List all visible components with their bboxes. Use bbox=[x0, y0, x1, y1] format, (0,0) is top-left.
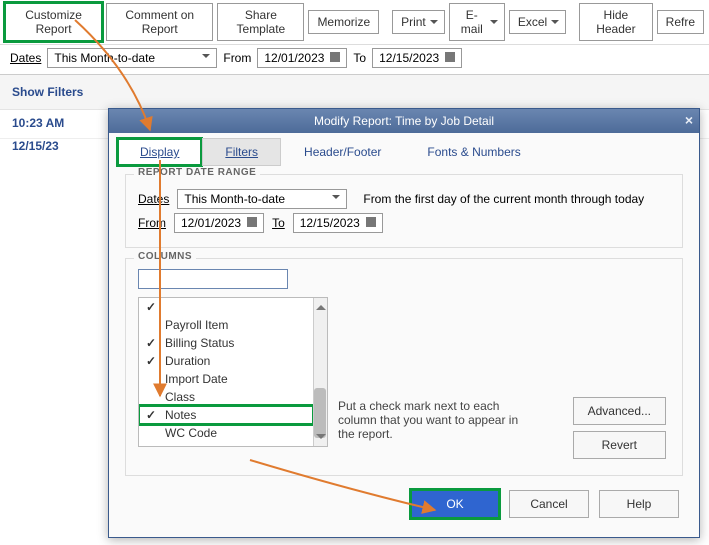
columns-section: COLUMNS ✓ Payroll Item ✓Billing Status ✓… bbox=[125, 258, 683, 476]
scrollbar[interactable] bbox=[313, 298, 327, 446]
comment-button[interactable]: Comment on Report bbox=[106, 3, 213, 41]
tab-filters-label: Filters bbox=[225, 145, 258, 159]
date-preset-select[interactable]: This Month-to-date bbox=[47, 48, 217, 68]
refresh-button[interactable]: Refre bbox=[657, 10, 704, 34]
cancel-button[interactable]: Cancel bbox=[509, 490, 589, 518]
calendar-icon[interactable] bbox=[247, 216, 257, 230]
report-time: 10:23 AM bbox=[12, 116, 64, 132]
calendar-icon[interactable] bbox=[445, 51, 455, 65]
modal-from-date-input[interactable]: 12/01/2023 bbox=[174, 213, 264, 233]
modify-report-dialog: Modify Report: Time by Job Detail × Disp… bbox=[108, 108, 700, 538]
columns-hint: Put a check mark next to each column tha… bbox=[338, 399, 538, 441]
modal-to-date-input[interactable]: 12/15/2023 bbox=[293, 213, 383, 233]
list-item-label: Billing Status bbox=[165, 336, 234, 350]
date-range-hint: From the first day of the current month … bbox=[363, 192, 644, 206]
dates-label: Dates bbox=[10, 51, 41, 65]
modal-from-label: From bbox=[138, 216, 166, 230]
list-item[interactable]: Import Date bbox=[139, 370, 313, 388]
show-filters-link[interactable]: Show Filters bbox=[0, 75, 709, 110]
report-date-range-section: REPORT DATE RANGE Dates This Month-to-da… bbox=[125, 174, 683, 248]
tab-filters[interactable]: Filters bbox=[202, 138, 281, 166]
report-toolbar: Customize Report Comment on Report Share… bbox=[0, 0, 709, 45]
from-date-value: 12/01/2023 bbox=[264, 51, 324, 65]
print-button[interactable]: Print bbox=[392, 10, 445, 34]
list-item[interactable]: WC Code bbox=[139, 424, 313, 442]
tab-header-footer[interactable]: Header/Footer bbox=[281, 138, 404, 166]
memorize-button[interactable]: Memorize bbox=[308, 10, 379, 34]
list-item-label: Payroll Item bbox=[165, 318, 228, 332]
close-icon[interactable]: × bbox=[685, 112, 693, 128]
dialog-footer: OK Cancel Help bbox=[125, 486, 683, 522]
list-item[interactable]: ✓ bbox=[139, 298, 313, 316]
list-item[interactable]: ✓ Billing Status bbox=[139, 334, 313, 352]
chevron-down-icon bbox=[196, 51, 210, 65]
list-item-label: Notes bbox=[165, 408, 196, 422]
tab-display-label: Display bbox=[140, 145, 179, 159]
scroll-thumb[interactable] bbox=[314, 388, 326, 438]
check-icon: ✓ bbox=[145, 336, 157, 350]
tab-fonts-numbers[interactable]: Fonts & Numbers bbox=[404, 138, 543, 166]
email-button[interactable]: E-mail bbox=[449, 3, 505, 41]
modal-dates-label: Dates bbox=[138, 192, 169, 206]
date-row: Dates This Month-to-date From 12/01/2023… bbox=[0, 45, 709, 75]
modal-to-label: To bbox=[272, 216, 285, 230]
list-item[interactable]: Payroll Item bbox=[139, 316, 313, 334]
dialog-titlebar: Modify Report: Time by Job Detail × bbox=[109, 109, 699, 133]
modal-from-date-value: 12/01/2023 bbox=[181, 216, 241, 230]
modal-to-date-value: 12/15/2023 bbox=[300, 216, 360, 230]
check-icon: ✓ bbox=[145, 354, 157, 368]
ok-button[interactable]: OK bbox=[411, 490, 499, 518]
list-item-label: Duration bbox=[165, 354, 210, 368]
help-button[interactable]: Help bbox=[599, 490, 679, 518]
customize-report-button[interactable]: Customize Report bbox=[5, 3, 102, 41]
to-date-value: 12/15/2023 bbox=[379, 51, 439, 65]
list-item-label: WC Code bbox=[165, 426, 217, 440]
from-label: From bbox=[223, 51, 251, 65]
date-preset-value: This Month-to-date bbox=[54, 51, 155, 65]
calendar-icon[interactable] bbox=[330, 51, 340, 65]
to-label: To bbox=[353, 51, 366, 65]
from-date-input[interactable]: 12/01/2023 bbox=[257, 48, 347, 68]
column-search-input[interactable] bbox=[138, 269, 288, 289]
scroll-down-icon[interactable] bbox=[316, 434, 326, 444]
hide-header-button[interactable]: Hide Header bbox=[579, 3, 653, 41]
list-item[interactable]: ✓ Duration bbox=[139, 352, 313, 370]
chevron-down-icon bbox=[326, 192, 340, 206]
revert-button[interactable]: Revert bbox=[573, 431, 666, 459]
dialog-title: Modify Report: Time by Job Detail bbox=[314, 114, 494, 128]
tab-display[interactable]: Display bbox=[117, 138, 202, 166]
calendar-icon[interactable] bbox=[366, 216, 376, 230]
check-icon: ✓ bbox=[145, 300, 157, 314]
section-title: REPORT DATE RANGE bbox=[134, 167, 260, 178]
list-item-label: Class bbox=[165, 390, 195, 404]
to-date-input[interactable]: 12/15/2023 bbox=[372, 48, 462, 68]
columns-listbox[interactable]: ✓ Payroll Item ✓ Billing Status ✓ Duration… bbox=[138, 297, 328, 447]
scroll-up-icon[interactable] bbox=[316, 300, 326, 310]
dialog-tabs: Display Filters Header/Footer Fonts & Nu… bbox=[117, 138, 691, 166]
list-item-notes[interactable]: ✓ Notes bbox=[139, 406, 313, 424]
section-title: COLUMNS bbox=[134, 251, 196, 262]
advanced-button[interactable]: Advanced... bbox=[573, 397, 666, 425]
share-template-button[interactable]: Share Template bbox=[217, 3, 304, 41]
list-item-label: Import Date bbox=[165, 372, 228, 386]
check-icon: ✓ bbox=[145, 408, 157, 422]
modal-date-preset-value: This Month-to-date bbox=[184, 192, 285, 206]
excel-button[interactable]: Excel bbox=[509, 10, 566, 34]
modal-date-preset-select[interactable]: This Month-to-date bbox=[177, 189, 347, 209]
list-item[interactable]: Class bbox=[139, 388, 313, 406]
